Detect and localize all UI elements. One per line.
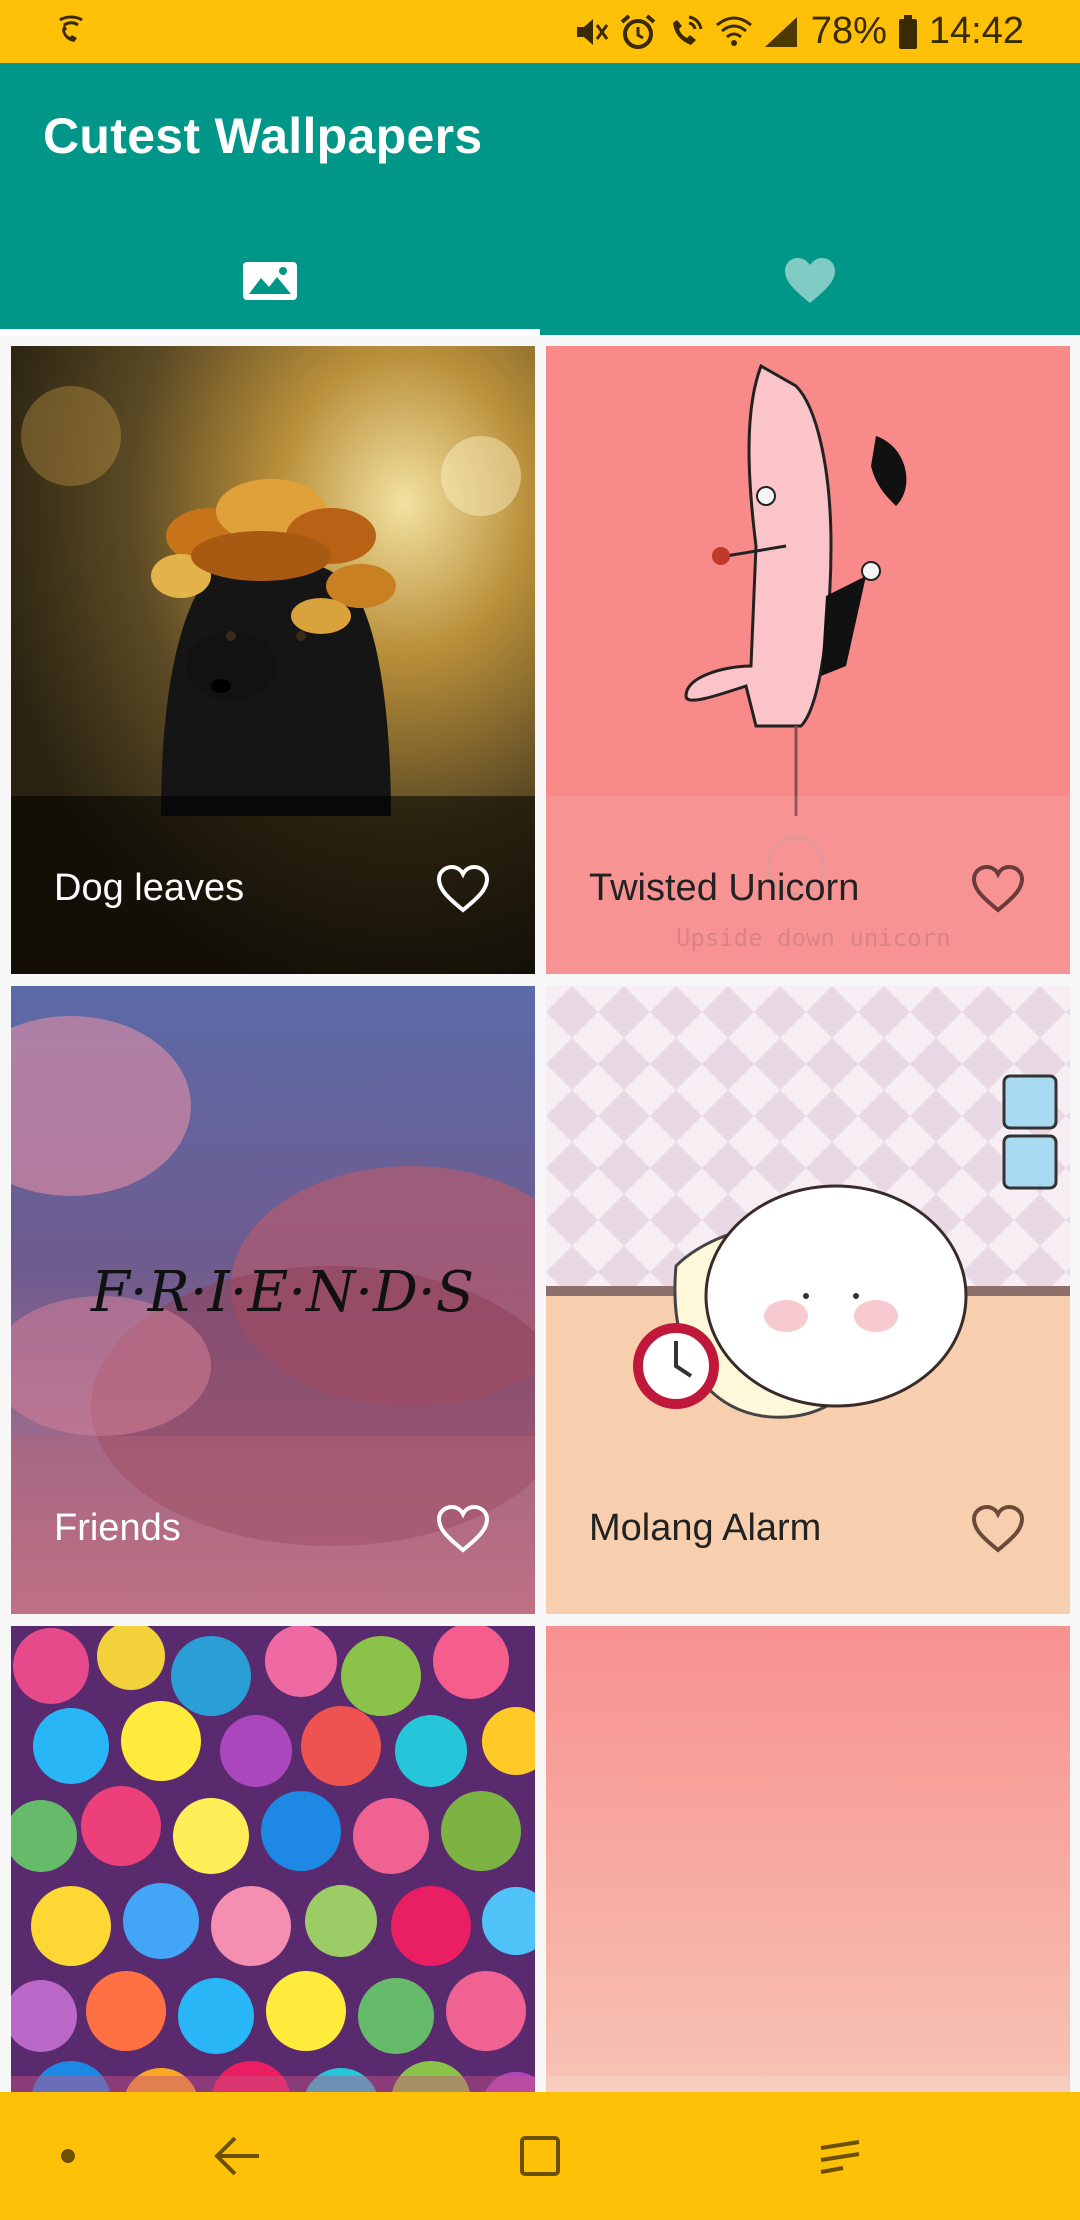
wifi-icon [715,13,753,51]
card-caption-bar [546,2076,1070,2092]
wifi-calling-icon [667,13,705,51]
clock: 14:42 [928,10,1024,52]
wallpaper-title: Dog leaves [54,867,245,909]
status-bar: 78% 14:42 [0,0,1080,63]
favorite-heart-icon[interactable] [435,864,491,914]
favorite-heart-icon[interactable] [435,1504,491,1554]
image-caption-text: F·R·I·E·N·D·S [90,1260,474,1325]
battery-percent: 78% [810,10,887,52]
wallpaper-card[interactable] [11,1626,535,2092]
recents-icon[interactable] [800,2092,880,2220]
wallpaper-card[interactable] [546,1626,1070,2092]
selected-tab-indicator [0,329,540,335]
favorite-heart-icon[interactable] [970,864,1026,914]
tab-favorites[interactable] [540,231,1080,335]
favorite-heart-icon[interactable] [970,1504,1026,1554]
mute-icon [571,13,609,51]
wallpaper-card[interactable]: Dog leaves [11,346,535,974]
wallpaper-card[interactable]: Upside down unicorn Twisted Unicorn [546,346,1070,974]
wallpaper-title: Twisted Unicorn [589,867,860,909]
alarm-icon [619,13,657,51]
wallpaper-card[interactable]: F·R·I·E·N·D·S Friends [11,986,535,1614]
heart-icon [783,257,837,310]
app-title: Cutest Wallpapers [43,108,483,164]
wallpaper-title: Friends [54,1507,181,1549]
wallpaper-image [11,1626,535,2092]
wallpaper-card[interactable]: Molang Alarm [546,986,1070,1614]
nav-dot-icon[interactable] [40,2092,96,2220]
wallpaper-image [546,1626,1070,2092]
wallpaper-title: Molang Alarm [589,1507,822,1549]
system-nav-bar [0,2092,1080,2220]
tab-bar [0,231,1080,335]
wallpaper-grid[interactable]: Dog leaves Upside down unicorn Twisted U… [0,336,1080,2092]
card-caption-bar [11,2076,535,2092]
home-icon[interactable] [500,2092,580,2220]
app-bar: Cutest Wallpapers [0,63,1080,335]
tab-wallpapers[interactable] [0,231,540,335]
signal-icon [763,13,801,51]
battery-icon [897,13,919,51]
wifi-call-icon [54,14,94,50]
image-icon [243,261,297,305]
back-icon[interactable] [200,2092,276,2220]
